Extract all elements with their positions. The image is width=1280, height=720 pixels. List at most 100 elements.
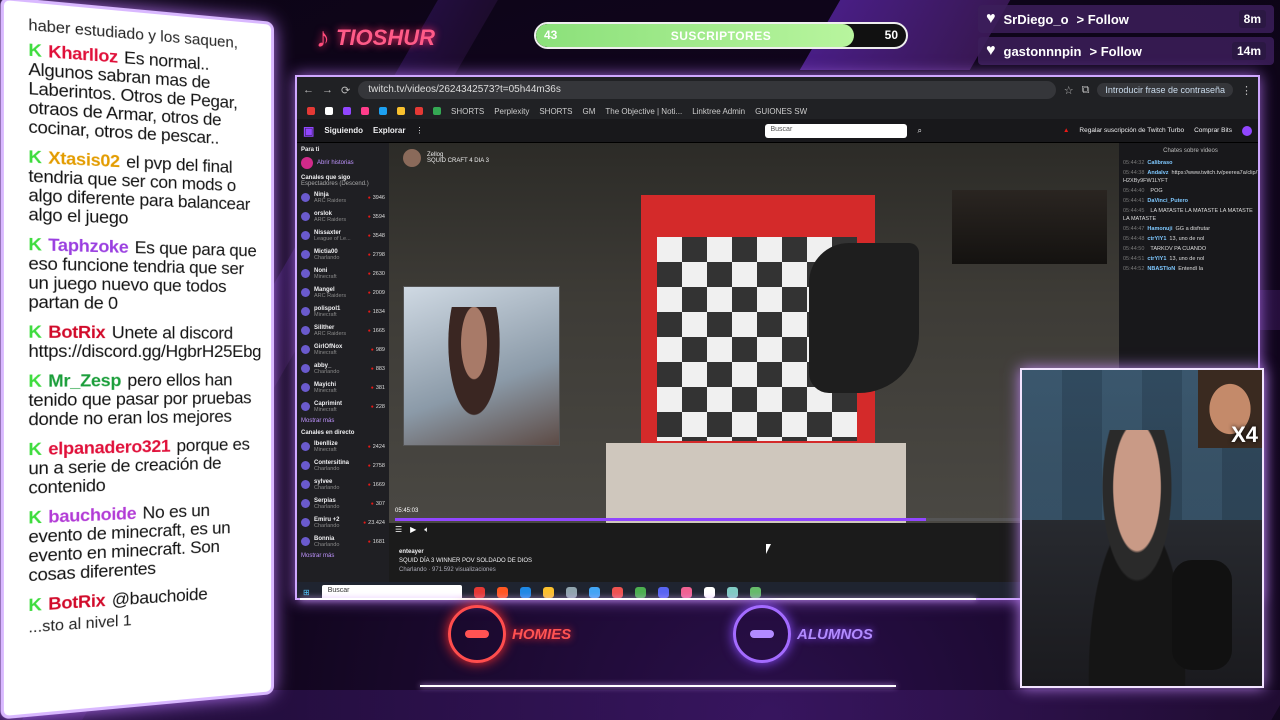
- sidebar-channel[interactable]: sylveeCharlando1669: [301, 476, 385, 493]
- chat-username[interactable]: BotRix: [48, 590, 105, 614]
- channel-name[interactable]: enteayer: [399, 548, 532, 557]
- chat-message: Kbauchoide No es un evento de minecraft, …: [28, 499, 261, 585]
- chat-username[interactable]: DaVinci_Putero: [1147, 198, 1188, 204]
- gift-turbo-link[interactable]: Regalar suscripción de Twitch Turbo: [1079, 127, 1184, 134]
- bookmarks-bar: SHORTS Perplexity SHORTS GM The Objectiv…: [297, 103, 1258, 119]
- notifications-icon[interactable]: ▲: [1063, 127, 1069, 134]
- more-icon[interactable]: ⋮: [415, 126, 423, 135]
- viewer-count: 989: [371, 347, 385, 353]
- channel-category: ARC Raiders: [314, 197, 347, 204]
- app-icon[interactable]: [496, 586, 508, 598]
- app-icon[interactable]: [680, 586, 692, 598]
- star-icon[interactable]: ☆: [1064, 84, 1074, 97]
- app-icon[interactable]: [749, 586, 761, 598]
- twitch-chat-message: 05:44:48 ctrYlY1 13, uno de nol: [1123, 235, 1258, 243]
- chat-username[interactable]: Hamonuji: [1147, 226, 1172, 232]
- sidebar-channel[interactable]: IbenllizeMinecraft2424: [301, 438, 385, 455]
- sidebar-channel[interactable]: ContersitinaCharlando2758: [301, 457, 385, 474]
- avatar: [403, 149, 421, 167]
- chat-username[interactable]: Mr_Zesp: [48, 371, 121, 391]
- video-progress-bar[interactable]: [395, 518, 1113, 521]
- app-icon[interactable]: [726, 586, 738, 598]
- avatar: [301, 288, 310, 297]
- bookmark-link[interactable]: The Objective | Noti...: [605, 107, 682, 116]
- password-chip[interactable]: Introducir frase de contraseña: [1097, 83, 1233, 97]
- avatar[interactable]: [1242, 125, 1252, 136]
- open-stories-link[interactable]: Abrir historias: [317, 160, 354, 166]
- app-icon[interactable]: [473, 586, 485, 598]
- bookmark-icon[interactable]: [325, 107, 333, 115]
- bookmark-link[interactable]: SHORTS: [539, 107, 572, 116]
- reload-icon[interactable]: ⟳: [341, 84, 350, 97]
- chat-message: K Mr_Zesp pero ellos han tenido que pasar …: [28, 370, 261, 429]
- chrome-icon[interactable]: [634, 586, 646, 598]
- sidebar-channel[interactable]: SerpiasCharlando307: [301, 495, 385, 512]
- pokeball-icon[interactable]: [703, 586, 715, 598]
- bookmark-link[interactable]: Perplexity: [494, 107, 529, 116]
- bookmark-icon[interactable]: [343, 107, 351, 115]
- sidebar-channel[interactable]: SilltherARC Raiders1665: [301, 322, 385, 339]
- sidebar-channel[interactable]: Emiru +2Charlando23.424: [301, 514, 385, 531]
- extensions-icon[interactable]: ⧉: [1082, 84, 1090, 97]
- avatar[interactable]: [301, 157, 313, 169]
- viewer-count: 1681: [368, 539, 385, 545]
- menu-icon[interactable]: ⋮: [1241, 84, 1252, 97]
- nav-browse[interactable]: Explorar: [373, 126, 405, 135]
- chat-username[interactable]: ctrYlY1: [1147, 256, 1166, 262]
- mask-icon: [733, 605, 791, 663]
- bookmark-link[interactable]: GUIONES SW: [755, 107, 807, 116]
- folder-icon[interactable]: [542, 586, 554, 598]
- sidebar-channel[interactable]: GirlOfNoxMinecraft989: [301, 341, 385, 358]
- nav-following[interactable]: Siguiendo: [324, 126, 363, 135]
- viewer-count: 3548: [368, 233, 385, 239]
- search-icon[interactable]: ⌕: [917, 126, 921, 136]
- volume-icon[interactable]: 🔈︎: [424, 525, 429, 535]
- back-icon[interactable]: ←: [303, 84, 314, 96]
- bookmark-icon[interactable]: [415, 107, 423, 115]
- chat-username[interactable]: Andalvz: [1147, 170, 1168, 176]
- forward-icon[interactable]: →: [322, 84, 333, 96]
- chat-username[interactable]: NBASTIoN: [1147, 266, 1175, 272]
- sidebar-channel[interactable]: NoniMinecraft2630: [301, 265, 385, 282]
- sidebar-channel[interactable]: MangelARC Raiders2009: [301, 284, 385, 301]
- follow-action: > Follow: [1089, 43, 1142, 59]
- sidebar-channel[interactable]: abby_Charlando883: [301, 360, 385, 377]
- video-player[interactable]: Zellog SQUID CRAFT 4 DIA 3 05:45:03 ☰ ▶ …: [389, 143, 1119, 583]
- twitch-search-input[interactable]: Buscar: [765, 123, 908, 138]
- show-more-link[interactable]: Mostrar más: [301, 553, 385, 559]
- app-icon[interactable]: [588, 586, 600, 598]
- chat-username[interactable]: Calibraso: [1147, 160, 1172, 166]
- bookmark-icon[interactable]: [397, 107, 405, 115]
- neon-divider: [300, 598, 976, 600]
- chat-username[interactable]: BotRix: [48, 322, 105, 342]
- bookmark-icon[interactable]: [433, 107, 441, 115]
- sidebar-channel[interactable]: BonniaCharlando1681: [301, 533, 385, 550]
- app-icon[interactable]: [565, 586, 577, 598]
- address-bar[interactable]: twitch.tv/videos/2624342573?t=05h44m36s: [358, 81, 1056, 99]
- app-icon[interactable]: [611, 586, 623, 598]
- settings-icon[interactable]: ☰: [395, 525, 402, 535]
- bookmark-icon[interactable]: [379, 107, 387, 115]
- sidebar-channel[interactable]: NissaxterLeague of Le...3548: [301, 227, 385, 244]
- buy-bits-button[interactable]: Comprar Bits: [1194, 127, 1232, 134]
- bookmark-link[interactable]: Linktree Admin: [692, 107, 745, 116]
- discord-icon[interactable]: [657, 586, 669, 598]
- play-icon[interactable]: ▶: [410, 525, 416, 535]
- bookmark-icon[interactable]: [361, 107, 369, 115]
- twitch-logo-icon[interactable]: ▣: [303, 124, 314, 138]
- chat-username[interactable]: ctrYlY1: [1147, 236, 1166, 242]
- bookmark-link[interactable]: SHORTS: [451, 107, 484, 116]
- sidebar-channel[interactable]: polispol1Minecraft1834: [301, 303, 385, 320]
- followed-sort[interactable]: Espectadores (Descend.): [301, 181, 385, 187]
- bookmark-link[interactable]: GM: [583, 107, 596, 116]
- sidebar-channel[interactable]: CaprimintMinecraft228: [301, 398, 385, 415]
- show-more-link[interactable]: Mostrar más: [301, 418, 385, 424]
- sidebar-channel[interactable]: orslokARC Raiders3594: [301, 208, 385, 225]
- sidebar-channel[interactable]: MayichiMinecraft381: [301, 379, 385, 396]
- app-icon[interactable]: [519, 586, 531, 598]
- bookmark-icon[interactable]: [307, 107, 315, 115]
- sidebar-channel[interactable]: Mictia00Charlando2798: [301, 246, 385, 263]
- windows-start-icon[interactable]: ⊞: [303, 588, 310, 597]
- sidebar-channel[interactable]: NinjaARC Raiders3946: [301, 189, 385, 206]
- chat-message: K BotRix Unete al discord https://discord.…: [28, 322, 261, 362]
